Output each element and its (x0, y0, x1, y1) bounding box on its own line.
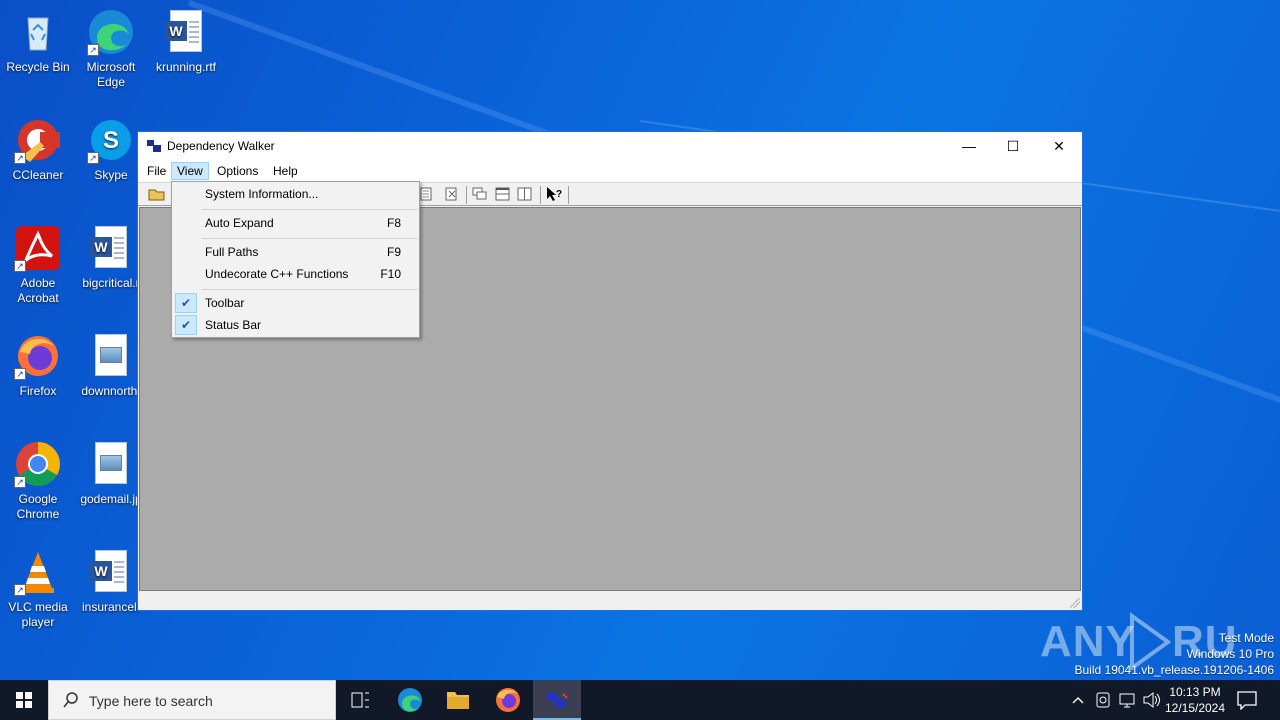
menu-item-auto-expand[interactable]: Auto Expand F8 (172, 212, 419, 234)
shortcut-arrow-icon: ↗ (87, 44, 99, 56)
desktop-icon-label: Google Chrome (16, 492, 60, 521)
menu-bar: File View Options Help (138, 160, 1082, 182)
word-document-icon: W (87, 224, 135, 272)
desktop-icon-label: VLC media player (8, 600, 68, 629)
edge-icon: ↗ (87, 8, 135, 56)
menu-item-toolbar[interactable]: ✔ Toolbar (172, 292, 419, 314)
word-document-icon: W (162, 8, 210, 56)
shortcut-arrow-icon: ↗ (14, 368, 26, 380)
notification-center-icon[interactable] (1236, 690, 1258, 711)
close-button[interactable]: ✕ (1036, 132, 1082, 160)
menu-item-system-information[interactable]: System Information... (172, 183, 419, 205)
taskbar-file-explorer-icon[interactable] (434, 680, 482, 720)
menu-options[interactable]: Options (211, 162, 264, 180)
menu-file[interactable]: File (141, 162, 172, 180)
window-title: Dependency Walker (167, 139, 275, 153)
tray-app-icon[interactable] (1092, 680, 1114, 720)
checkmark-icon: ✔ (175, 293, 197, 313)
menu-separator (202, 209, 417, 210)
taskbar: Type here to search 10:13 PM 12/15/2024 (0, 680, 1280, 720)
windows-build-info: Test Mode Windows 10 Pro Build 19041.vb_… (1074, 631, 1275, 677)
open-folder-icon[interactable] (148, 186, 166, 202)
taskbar-clock[interactable]: 10:13 PM 12/15/2024 (1158, 684, 1232, 716)
firefox-icon: ↗ (14, 332, 62, 380)
toolbar-separator (568, 186, 569, 204)
desktop-icon-firefox[interactable]: ↗ Firefox (0, 332, 76, 399)
start-button[interactable] (0, 680, 48, 720)
desktop-icon-ccleaner[interactable]: ↗ CCleaner (0, 116, 76, 183)
search-icon (63, 692, 79, 708)
dependency-walker-app-icon (147, 140, 161, 152)
menu-separator (202, 238, 417, 239)
desktop-icon-label: Adobe Acrobat (17, 276, 59, 305)
taskbar-dependency-walker-icon[interactable] (533, 680, 581, 720)
word-document-icon: W (87, 548, 135, 596)
task-view-button[interactable] (336, 680, 384, 720)
taskbar-search-box[interactable]: Type here to search (48, 680, 336, 720)
clock-date: 12/15/2024 (1164, 701, 1226, 715)
desktop-icon-label: krunning.rtf (155, 60, 217, 74)
shortcut-arrow-icon: ↗ (14, 260, 26, 272)
skype-icon: S ↗ (87, 116, 135, 164)
status-bar (138, 592, 1082, 610)
shortcut-arrow-icon: ↗ (14, 152, 26, 164)
desktop-icon-recycle-bin[interactable]: Recycle Bin (0, 8, 76, 75)
desktop-icon-adobe-acrobat[interactable]: ↗ Adobe Acrobat (0, 224, 76, 306)
tile-horizontal-icon[interactable] (494, 186, 512, 202)
minimize-button[interactable]: — (946, 132, 992, 160)
desktop-icon-krunning[interactable]: W krunning.rtf (148, 8, 224, 75)
context-help-icon[interactable]: ? (545, 186, 563, 202)
collapse-tree-icon[interactable] (443, 186, 461, 202)
desktop-icon-microsoft-edge[interactable]: ↗ Microsoft Edge (73, 8, 149, 90)
title-bar[interactable]: Dependency Walker — ☐ ✕ (138, 132, 1082, 160)
vlc-cone-icon: ↗ (14, 548, 62, 596)
menu-item-undecorate-cpp[interactable]: Undecorate C++ Functions F10 (172, 263, 419, 285)
image-file-icon (87, 440, 135, 488)
desktop-icon-label: Microsoft Edge (86, 60, 136, 89)
resize-grip-icon[interactable] (1070, 598, 1080, 608)
show-hidden-icons-button[interactable] (1068, 680, 1088, 720)
network-icon[interactable] (1116, 680, 1138, 720)
menu-view[interactable]: View (171, 162, 209, 180)
view-menu-dropdown: System Information... Auto Expand F8 Ful… (171, 181, 420, 338)
windows-logo-icon (16, 692, 32, 708)
chrome-icon: ↗ (14, 440, 62, 488)
maximize-button[interactable]: ☐ (990, 132, 1036, 160)
svg-text:S: S (103, 127, 119, 154)
shortcut-arrow-icon: ↗ (87, 152, 99, 164)
desktop-icon-vlc[interactable]: ↗ VLC media player (0, 548, 76, 630)
toolbar-separator (466, 186, 467, 204)
taskbar-edge-icon[interactable] (386, 680, 434, 720)
expand-tree-icon[interactable] (418, 186, 436, 202)
clock-time: 10:13 PM (1169, 685, 1221, 699)
svg-text:?: ? (556, 189, 562, 200)
desktop-icon-label: Firefox (19, 384, 57, 398)
menu-help[interactable]: Help (267, 162, 304, 180)
desktop-icon-label: Recycle Bin (6, 60, 70, 74)
ccleaner-icon: ↗ (14, 116, 62, 164)
menu-item-full-paths[interactable]: Full Paths F9 (172, 241, 419, 263)
image-file-icon (87, 332, 135, 380)
menu-item-status-bar[interactable]: ✔ Status Bar (172, 314, 419, 336)
cascade-windows-icon[interactable] (471, 186, 489, 202)
adobe-acrobat-icon: ↗ (14, 224, 62, 272)
desktop-icon-label: CCleaner (12, 168, 64, 182)
tile-vertical-icon[interactable] (516, 186, 534, 202)
desktop-icon-google-chrome[interactable]: ↗ Google Chrome (0, 440, 76, 522)
checkmark-icon: ✔ (175, 315, 197, 335)
search-placeholder: Type here to search (89, 693, 213, 709)
shortcut-arrow-icon: ↗ (14, 584, 26, 596)
shortcut-arrow-icon: ↗ (14, 476, 26, 488)
recycle-bin-icon (14, 8, 62, 56)
menu-separator (202, 289, 417, 290)
taskbar-firefox-icon[interactable] (484, 680, 532, 720)
toolbar-separator (540, 186, 541, 204)
